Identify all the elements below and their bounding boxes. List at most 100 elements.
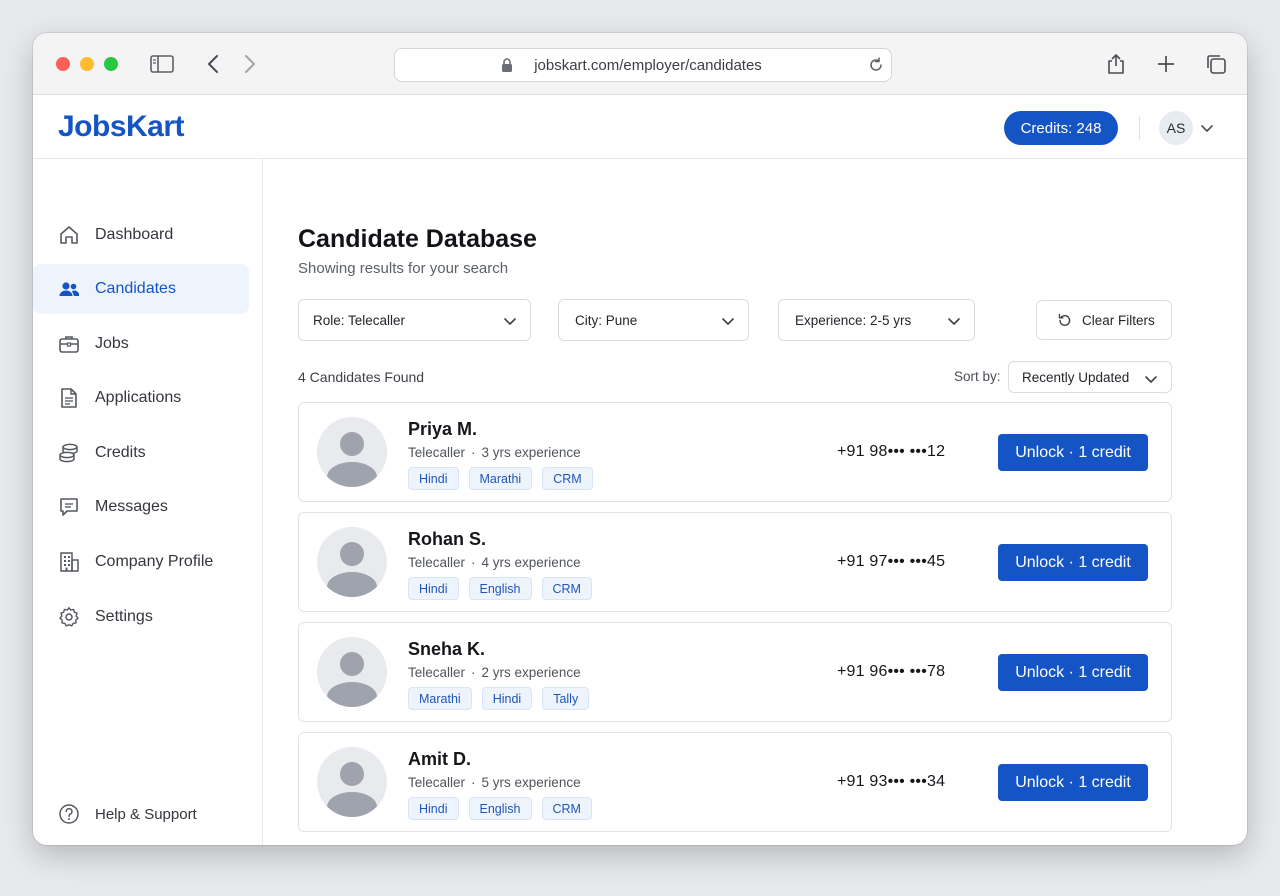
skill-tag: Tally [542, 687, 590, 710]
home-icon [58, 224, 80, 246]
city-filter-dropdown[interactable]: City: Pune [558, 299, 749, 341]
sidebar-item-candidates[interactable]: Candidates [33, 264, 249, 314]
sort-value: Recently Updated [1022, 369, 1130, 385]
candidate-card[interactable]: Rohan S. Telecaller · 4 yrs experience Hin… [298, 512, 1172, 612]
chevron-down-icon [948, 314, 960, 329]
skill-tag: Marathi [468, 467, 533, 490]
skill-tags: Hindi Marathi CRM [408, 467, 593, 490]
unlock-button[interactable]: Unlock · 1 credit [998, 764, 1148, 801]
browser-window: jobskart.com/employer/candidates JobsKar… [33, 33, 1247, 845]
chevron-down-icon [722, 314, 734, 329]
candidate-card[interactable]: Sneha K. Telecaller · 2 yrs experience Mar… [298, 622, 1172, 722]
unlock-button[interactable]: Unlock · 1 credit [998, 654, 1148, 691]
lock-icon [501, 58, 513, 77]
city-filter-value: City: Pune [575, 312, 638, 328]
browser-toolbar: jobskart.com/employer/candidates [33, 33, 1247, 95]
app-header: JobsKart Credits: 248 AS [33, 95, 1247, 159]
candidate-role: Telecaller [408, 665, 466, 680]
sidebar-item-settings[interactable]: Settings [33, 592, 249, 642]
sidebar-toggle-icon[interactable] [149, 52, 175, 76]
building-icon [58, 551, 80, 573]
users-icon [58, 278, 80, 300]
reload-icon[interactable] [867, 56, 885, 78]
skill-tag: Marathi [408, 687, 472, 710]
tab-overview-icon[interactable] [1203, 52, 1229, 76]
chevron-down-icon [504, 314, 516, 329]
unlock-button[interactable]: Unlock · 1 credit [998, 434, 1148, 471]
skill-tag: English [468, 797, 532, 820]
clear-filters-button[interactable]: Clear Filters [1036, 300, 1172, 340]
masked-phone: +91 97••• •••45 [837, 553, 946, 570]
back-arrow-icon[interactable] [200, 52, 226, 76]
role-filter-dropdown[interactable]: Role: Telecaller [298, 299, 531, 341]
forward-arrow-icon[interactable] [237, 52, 263, 76]
sidebar-item-messages[interactable]: Messages [33, 482, 249, 532]
avatar-placeholder-icon [317, 747, 387, 817]
candidate-meta: Telecaller · 4 yrs experience [408, 555, 581, 570]
candidate-name[interactable]: Priya M. [408, 419, 477, 440]
candidate-experience: 2 yrs experience [481, 665, 581, 680]
experience-filter-dropdown[interactable]: Experience: 2-5 yrs [778, 299, 975, 341]
masked-phone: +91 98••• •••12 [837, 443, 946, 460]
header-divider [1139, 116, 1140, 140]
sort-label: Sort by: [954, 369, 1001, 384]
clear-filters-label: Clear Filters [1082, 312, 1155, 328]
sort-dropdown[interactable]: Recently Updated [1008, 361, 1172, 393]
logo[interactable]: JobsKart [58, 110, 185, 144]
avatar-placeholder-icon [317, 637, 387, 707]
results-count: 4 Candidates Found [298, 369, 425, 385]
skill-tags: Marathi Hindi Tally [408, 687, 590, 710]
skill-tag: Hindi [481, 687, 533, 710]
sidebar-item-jobs[interactable]: Jobs [33, 319, 249, 369]
page-title: Candidate Database [298, 225, 537, 253]
unlock-button[interactable]: Unlock · 1 credit [998, 544, 1148, 581]
sidebar-item-label: Messages [95, 498, 168, 515]
minimize-window-button[interactable] [80, 57, 94, 71]
avatar-placeholder-icon [317, 527, 387, 597]
sidebar-item-label: Settings [95, 608, 153, 625]
experience-filter-value: Experience: 2-5 yrs [795, 312, 912, 328]
new-tab-icon[interactable] [1153, 52, 1179, 76]
document-icon [58, 387, 80, 409]
skill-tag: CRM [541, 577, 592, 600]
sidebar-item-applications[interactable]: Applications [33, 373, 249, 423]
chevron-down-icon[interactable] [1201, 120, 1213, 138]
skill-tags: Hindi English CRM [408, 577, 592, 600]
masked-phone: +91 96••• •••78 [837, 663, 946, 680]
candidate-name[interactable]: Amit D. [408, 749, 471, 770]
candidate-experience: 3 yrs experience [481, 445, 581, 460]
candidate-experience: 4 yrs experience [481, 555, 581, 570]
page-subtitle: Showing results for your search [298, 260, 509, 277]
address-bar[interactable]: jobskart.com/employer/candidates [394, 48, 892, 82]
candidate-card[interactable]: Amit D. Telecaller · 5 yrs experience Hind… [298, 732, 1172, 832]
avatar[interactable]: AS [1159, 111, 1193, 145]
close-window-button[interactable] [56, 57, 70, 71]
sidebar-item-label: Applications [95, 389, 182, 406]
credits-badge[interactable]: Credits: 248 [1004, 111, 1118, 145]
url-text: jobskart.com/employer/candidates [534, 56, 762, 74]
skill-tag: CRM [541, 797, 592, 820]
sidebar: Dashboard Candidates Jobs Applications C [33, 159, 263, 845]
candidate-name[interactable]: Sneha K. [408, 639, 485, 660]
skill-tag: Hindi [408, 577, 459, 600]
sidebar-item-label: Candidates [95, 280, 176, 297]
sidebar-item-company-profile[interactable]: Company Profile [33, 537, 249, 587]
candidate-role: Telecaller [408, 555, 466, 570]
chevron-down-icon [1145, 372, 1157, 387]
skill-tag: Hindi [408, 797, 459, 820]
reset-icon [1057, 313, 1072, 331]
sidebar-item-credits[interactable]: Credits [33, 428, 249, 478]
maximize-window-button[interactable] [104, 57, 118, 71]
candidate-meta: Telecaller · 2 yrs experience [408, 665, 581, 680]
skill-tag: Hindi [408, 467, 459, 490]
candidate-name[interactable]: Rohan S. [408, 529, 486, 550]
sidebar-item-help-support[interactable]: Help & Support [33, 789, 249, 839]
sidebar-item-label: Jobs [95, 335, 129, 352]
role-filter-value: Role: Telecaller [313, 312, 406, 328]
candidate-card[interactable]: Priya M. Telecaller · 3 yrs experience Hin… [298, 402, 1172, 502]
share-icon[interactable] [1103, 52, 1129, 76]
candidate-role: Telecaller [408, 775, 466, 790]
sidebar-item-dashboard[interactable]: Dashboard [33, 210, 249, 260]
candidate-experience: 5 yrs experience [481, 775, 581, 790]
sidebar-item-label: Company Profile [95, 553, 214, 570]
